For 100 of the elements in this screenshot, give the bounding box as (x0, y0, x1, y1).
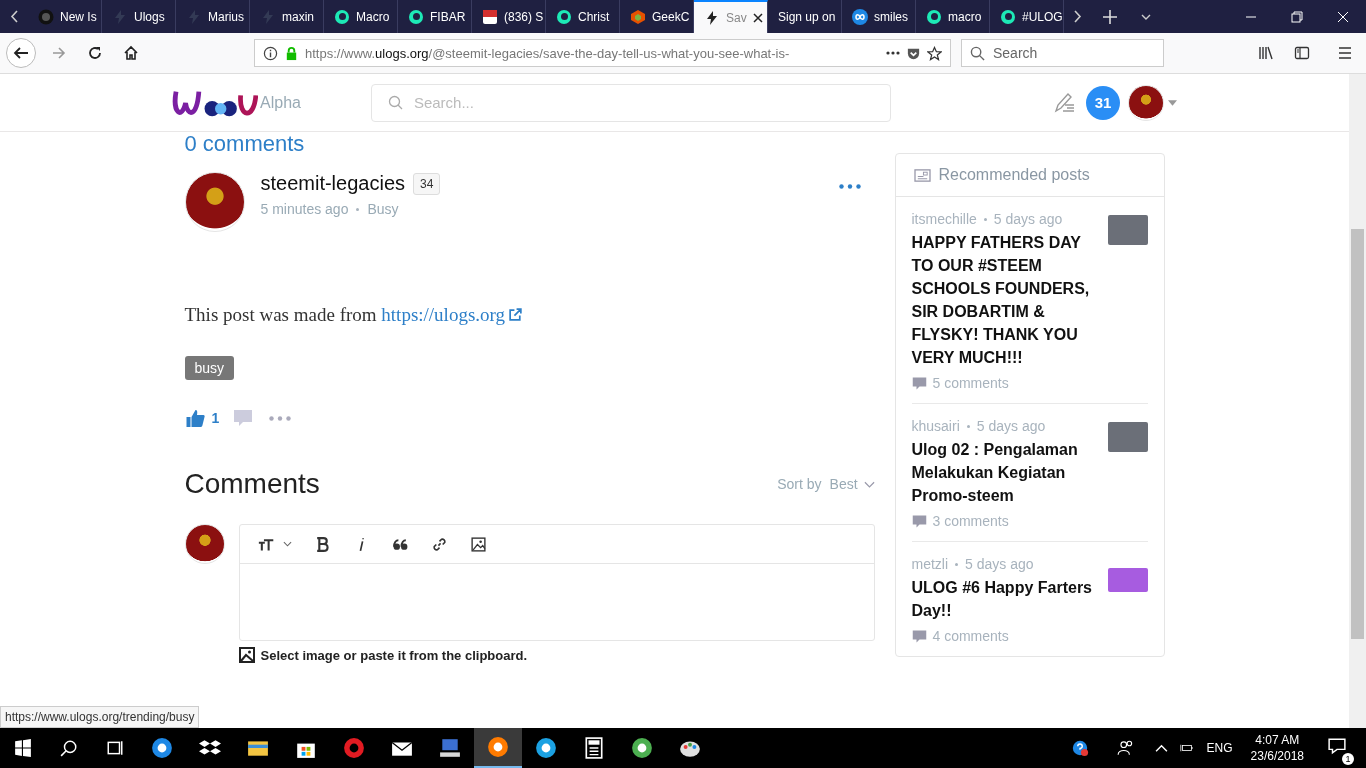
user-avatar (184, 524, 225, 564)
user-avatar[interactable] (1128, 84, 1164, 121)
tab-title: maxin (282, 9, 314, 24)
clock-time: 4:07 AM (1255, 733, 1300, 747)
chevron-down-icon[interactable] (282, 541, 292, 547)
forward-icon[interactable] (51, 45, 67, 61)
round-logo-icon (487, 736, 509, 758)
round-logo-icon (535, 737, 557, 759)
post-time: 5 days ago (993, 211, 1063, 227)
home-icon[interactable] (123, 45, 139, 61)
tab-title: Marius (208, 9, 244, 24)
tab-title: Ulogs (134, 9, 165, 24)
comment-icon (911, 513, 927, 529)
swirl-icon (1000, 8, 1016, 25)
search-field[interactable]: Search (961, 39, 1164, 67)
notification-count: 1 (1342, 753, 1354, 765)
chevron-up-icon[interactable] (1154, 743, 1168, 753)
infinity-icon (852, 8, 868, 25)
round-logo-icon (151, 737, 173, 759)
swirl-icon (334, 8, 350, 25)
post-body: This post was made from https://ulogs.org (184, 304, 524, 326)
tab-title: (836) S (504, 9, 544, 24)
bullet-icon (955, 562, 959, 566)
battery-icon[interactable] (1179, 743, 1193, 753)
pen-icon[interactable] (1052, 90, 1076, 115)
ring-logo-icon (343, 737, 365, 759)
windows-start-icon[interactable] (14, 739, 32, 757)
comment-icon (911, 628, 927, 644)
reputation-badge: 34 (413, 172, 441, 195)
author-name[interactable]: steemit-legacies (260, 172, 405, 195)
post-link[interactable]: https://ulogs.org (381, 304, 524, 325)
image-icon[interactable] (238, 647, 255, 663)
thumbs-up-icon[interactable] (184, 408, 206, 428)
tab-title: macro (948, 9, 982, 24)
help-icon[interactable] (1070, 739, 1089, 757)
lightning-icon (186, 8, 202, 25)
bullet-icon (983, 217, 987, 221)
lightning-icon (704, 9, 720, 26)
sidebar-icon[interactable] (1294, 45, 1310, 61)
close-icon[interactable] (752, 12, 763, 23)
url-text: https://www.ulogs.org/@steemit-legacies/save-the-day-tell-us-what-you-see-what-is- (305, 45, 791, 61)
lightning-icon (112, 8, 128, 25)
external-link-icon[interactable] (508, 307, 524, 322)
tab-title: Sign up on (778, 9, 836, 24)
reload-icon[interactable] (87, 45, 103, 61)
back-button[interactable] (6, 38, 36, 68)
swirl-icon (926, 8, 942, 25)
star-icon[interactable] (927, 45, 942, 61)
round-logo-icon (631, 737, 653, 759)
sort-label: Sort by (777, 476, 822, 492)
comment-icon (911, 375, 927, 391)
search-icon (387, 94, 404, 111)
tab-title: smiles (874, 9, 908, 24)
search-placeholder: Search (993, 45, 1038, 61)
scrollbar-thumb[interactable] (1351, 229, 1364, 639)
lightning-icon (260, 8, 276, 25)
post-tag[interactable]: busy (184, 356, 235, 380)
comment-count-heading[interactable]: 0 comments (184, 132, 305, 156)
newspaper-icon (913, 167, 931, 183)
photo-placeholder[interactable] (1107, 215, 1148, 245)
library-icon[interactable] (1258, 45, 1274, 61)
logo-tag: Alpha (260, 93, 301, 112)
tab-title: Christ (578, 9, 610, 24)
restore-icon[interactable] (1291, 10, 1303, 23)
link-icon[interactable] (430, 535, 448, 553)
post-title[interactable]: Ulog 02 : Pengalaman Melakukan Kegiatan Promo-steem (911, 438, 1094, 507)
clock-date: 23/6/2018 (1250, 749, 1304, 763)
calendar-icon (482, 8, 498, 25)
post-time: 5 days ago (965, 556, 1034, 572)
tab-title: GeekC (652, 9, 690, 24)
more-icon[interactable] (886, 51, 900, 55)
search-icon (970, 45, 985, 61)
language-indicator[interactable]: ENG (1206, 741, 1233, 755)
clock[interactable]: 4:07 AM 23/6/2018 (1250, 733, 1304, 763)
tab-title: Sav (726, 10, 747, 25)
bullet-icon (356, 207, 360, 211)
info-icon (263, 45, 278, 61)
browser-tab[interactable]: Sav (694, 0, 768, 33)
upload-hint[interactable]: Select image or paste it from the clipboard. (260, 647, 528, 663)
image-icon[interactable] (469, 535, 487, 553)
notification-icon[interactable] (1328, 737, 1346, 755)
swirl-icon (556, 8, 572, 25)
padlock-icon (284, 45, 299, 61)
search-icon[interactable] (60, 739, 78, 757)
like-count[interactable]: 1 (211, 410, 220, 426)
status-link-tooltip: https://www.ulogs.org/trending/busy (0, 706, 200, 728)
post-title[interactable]: ULOG #6 Happy Farters Day!! (911, 576, 1094, 622)
tab-title: New Is (60, 9, 97, 24)
taskbar-app-button[interactable] (474, 728, 522, 768)
task-view-icon[interactable] (106, 739, 124, 757)
people-icon[interactable] (1116, 739, 1135, 757)
photo-placeholder[interactable] (1107, 422, 1148, 452)
menu-icon[interactable] (1337, 45, 1353, 61)
photo-placeholder[interactable] (1107, 568, 1148, 592)
post-title[interactable]: HAPPY FATHERS DAY TO OUR #STEEM SCHOOLS FOUNDERS, SIR DOBARTIM & FLYSKY! THANK YOU VERY MUCH!!! (911, 231, 1094, 369)
address-bar[interactable]: https://www.ulogs.org/@steemit-legacies/save-the-day-tell-us-what-you-see-what-is- (254, 39, 951, 67)
tab-title: FIBAR (430, 9, 466, 24)
search-placeholder: Search... (413, 94, 474, 111)
plus-icon[interactable] (1103, 9, 1117, 24)
caret-icon[interactable] (1168, 99, 1177, 106)
